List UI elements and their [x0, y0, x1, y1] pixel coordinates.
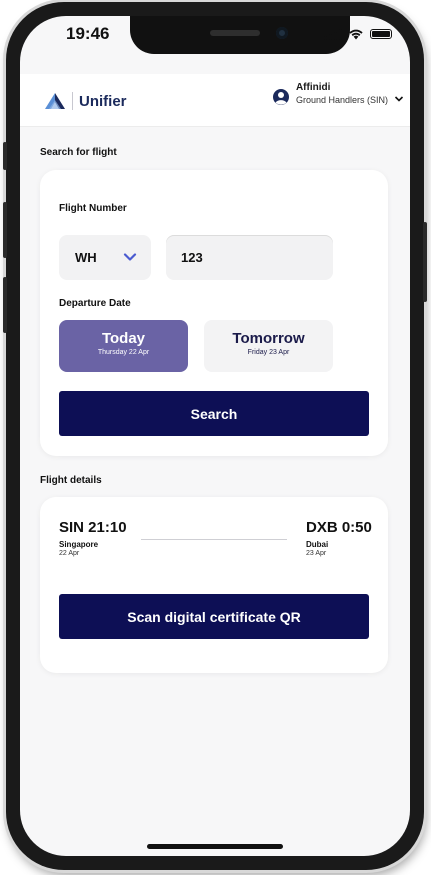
flight-details-card: SIN 21:10 Singapore 22 Apr DXB 0:50 Duba… [40, 497, 388, 673]
signal-icon [324, 28, 342, 40]
battery-icon [370, 29, 392, 39]
flight-number-label: Flight Number [59, 203, 127, 214]
flight-number-input[interactable] [166, 235, 333, 280]
destination-code-time: DXB 0:50 [306, 519, 372, 536]
phone-frame: 19:46 Unifier Affinidi Ground Handlers (… [3, 2, 427, 870]
mute-switch [3, 142, 7, 170]
speaker [210, 30, 260, 36]
date-option-label: Today [101, 330, 146, 347]
scan-certificate-button[interactable]: Scan digital certificate QR [59, 594, 369, 639]
brand-name: Unifier [79, 92, 127, 110]
camera [276, 27, 288, 39]
route-line [141, 539, 287, 540]
status-icons [324, 28, 392, 40]
user-name: Affinidi [295, 82, 331, 93]
airline-code-value: WH [75, 250, 97, 265]
user-role: Ground Handlers (SIN) [295, 95, 388, 105]
origin-code-time: SIN 21:10 [59, 519, 127, 536]
origin-date: 22 Apr [59, 550, 80, 557]
departure-date-label: Departure Date [59, 298, 131, 309]
search-section-title: Search for flight [40, 147, 117, 158]
power-button [423, 222, 427, 302]
volume-up-button [3, 202, 7, 258]
date-option-sub: Thursday 22 Apr [97, 349, 150, 356]
brand-logo[interactable]: Unifier [44, 92, 127, 110]
volume-down-button [3, 277, 7, 333]
user-menu[interactable]: Affinidi Ground Handlers (SIN) [272, 82, 404, 106]
date-option-tomorrow[interactable]: Tomorrow Friday 23 Apr [204, 320, 333, 372]
app-header: Unifier Affinidi Ground Handlers (SIN) [20, 74, 410, 127]
date-option-label: Tomorrow [232, 330, 305, 347]
user-avatar-icon [272, 89, 289, 105]
chevron-down-icon [123, 253, 137, 261]
destination-date: 23 Apr [306, 550, 327, 557]
search-button[interactable]: Search [59, 391, 369, 436]
date-option-today[interactable]: Today Thursday 22 Apr [59, 320, 188, 372]
notch [130, 16, 350, 54]
logo-divider [72, 92, 73, 110]
origin-city: Singapore [59, 540, 99, 549]
wifi-icon [349, 29, 363, 40]
status-time: 19:46 [66, 24, 110, 43]
user-info: Affinidi Ground Handlers (SIN) [296, 82, 388, 105]
flight-details-title: Flight details [40, 475, 102, 486]
destination-city: Dubai [306, 540, 329, 549]
unifier-logo-icon [45, 93, 65, 109]
airline-code-select[interactable]: WH [59, 235, 151, 280]
date-option-sub: Friday 23 Apr [247, 349, 290, 356]
search-card: Flight Number WH Departure Date Today Th… [40, 170, 388, 456]
home-indicator[interactable] [147, 844, 283, 849]
chevron-down-icon [394, 96, 404, 102]
screen: 19:46 Unifier Affinidi Ground Handlers (… [20, 16, 410, 856]
